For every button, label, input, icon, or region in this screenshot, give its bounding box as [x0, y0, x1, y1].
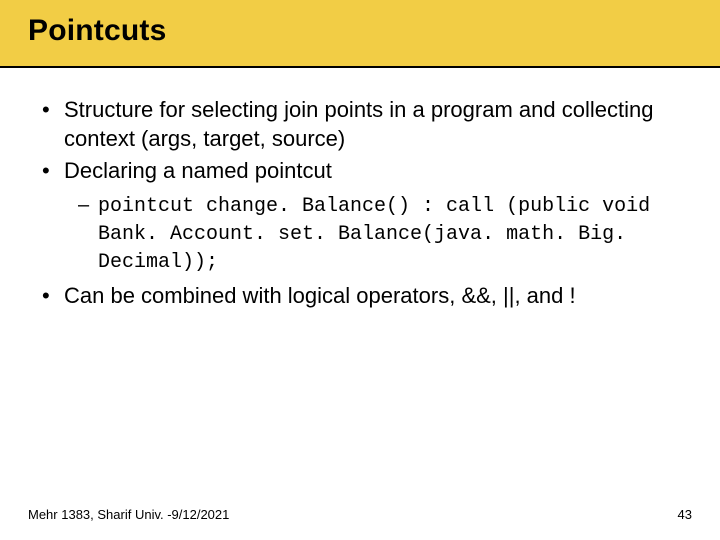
bullet-item: Declaring a named pointcut pointcut chan…: [40, 157, 684, 276]
slide-title: Pointcuts: [28, 14, 720, 48]
title-band: Pointcuts: [0, 0, 720, 68]
bullet-list: Structure for selecting join points in a…: [40, 96, 684, 310]
bullet-item: Can be combined with logical operators, …: [40, 282, 684, 311]
footer: Mehr 1383, Sharif Univ. -9/12/2021 43: [28, 507, 692, 522]
footer-left: Mehr 1383, Sharif Univ. -9/12/2021: [28, 507, 229, 522]
slide-content: Structure for selecting join points in a…: [0, 68, 720, 310]
sub-bullet-list: pointcut change. Balance() : call (publi…: [76, 192, 684, 276]
slide: Pointcuts Structure for selecting join p…: [0, 0, 720, 540]
sub-bullet-item: pointcut change. Balance() : call (publi…: [76, 192, 684, 276]
code-snippet: pointcut change. Balance() : call (publi…: [98, 195, 650, 274]
bullet-text: Declaring a named pointcut: [64, 158, 332, 183]
bullet-item: Structure for selecting join points in a…: [40, 96, 684, 153]
page-number: 43: [678, 507, 692, 522]
